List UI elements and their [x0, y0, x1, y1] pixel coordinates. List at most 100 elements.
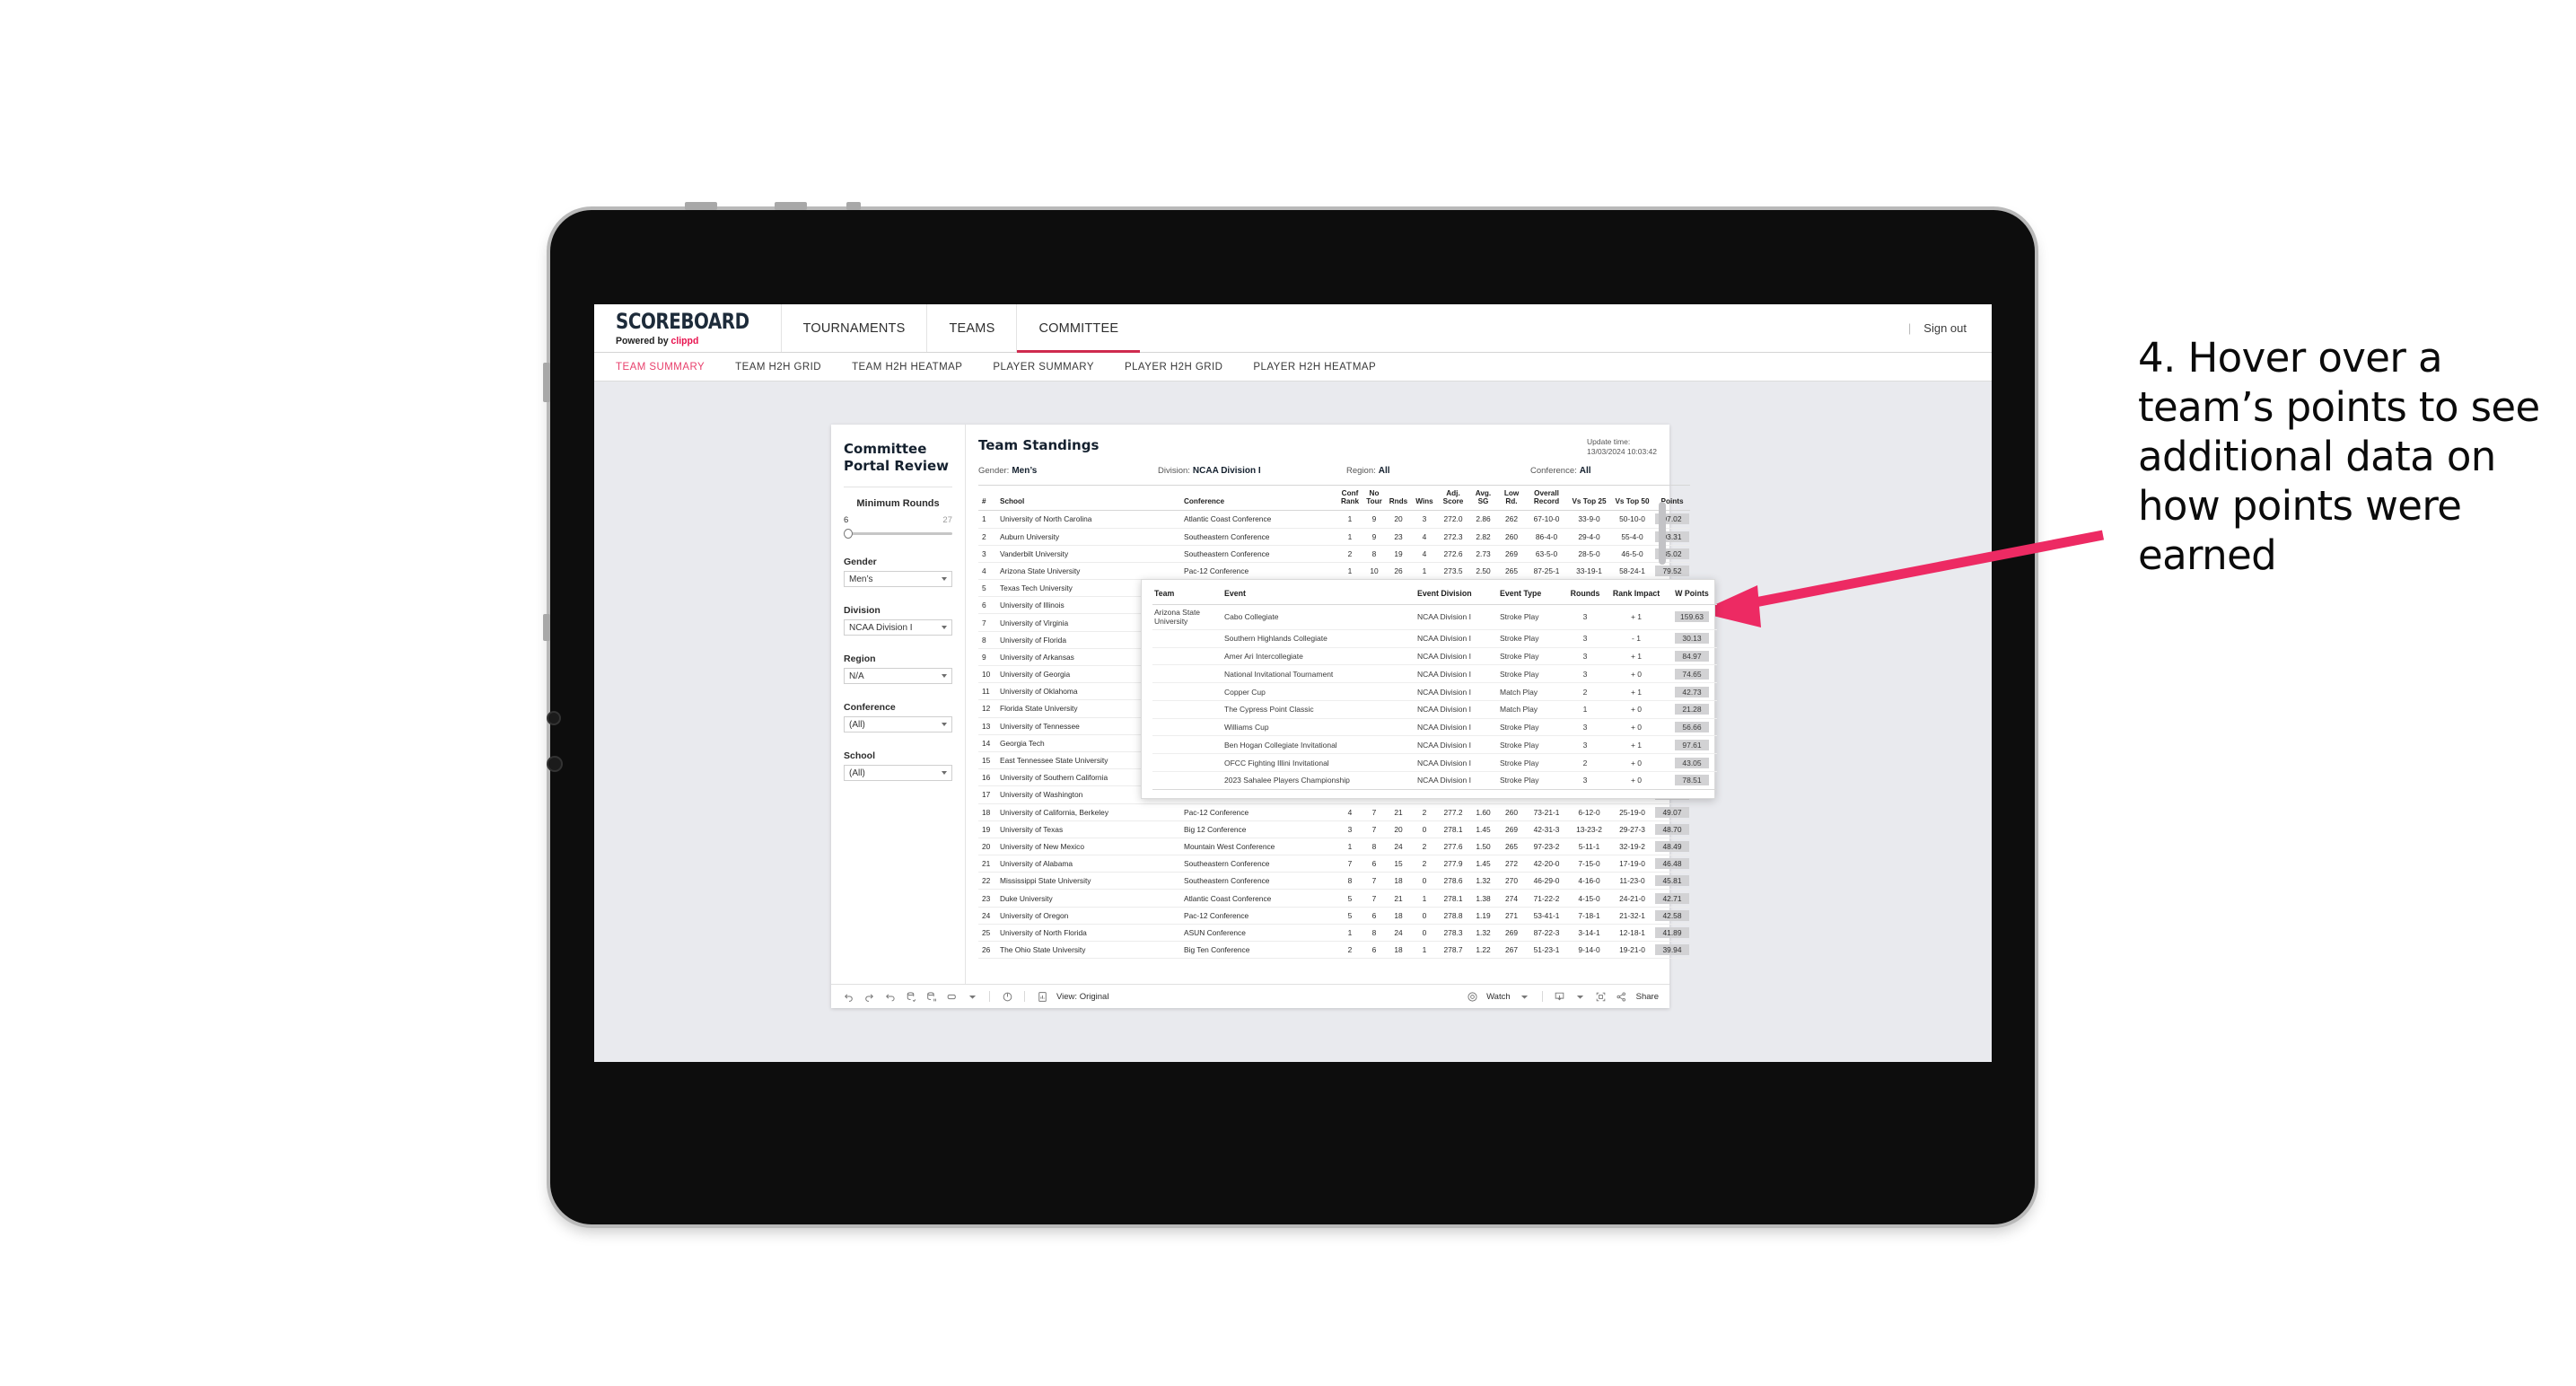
cell-overall-record: 71-22-2 — [1525, 889, 1568, 908]
col-rnds[interactable]: Rnds — [1386, 484, 1411, 512]
table-row[interactable]: 18 University of California, Berkeley Pac-… — [978, 803, 1690, 821]
tt-cell-event-type: Stroke Play — [1498, 604, 1564, 630]
dashboard-canvas: Committee Portal Review Minimum Rounds 6… — [594, 382, 1992, 1062]
col-overall-rec[interactable]: Overall Record — [1525, 484, 1568, 512]
points-value: 79.52 — [1655, 565, 1689, 576]
cell-school: Arizona State University — [996, 562, 1180, 581]
pause-data-icon[interactable] — [924, 990, 937, 1003]
table-row[interactable]: 20 University of New Mexico Mountain West … — [978, 838, 1690, 856]
col-low-rd[interactable]: Low Rd. — [1498, 484, 1525, 512]
region-select[interactable]: N/A — [844, 668, 952, 685]
redo-icon[interactable] — [863, 990, 875, 1003]
tt-cell-team — [1152, 647, 1222, 666]
col-rank[interactable]: # — [978, 484, 996, 512]
share-icon[interactable] — [1616, 990, 1628, 1003]
table-row[interactable]: 26 The Ohio State University Big Ten Confe… — [978, 941, 1690, 960]
tt-cell-w-points: 56.66 — [1667, 718, 1717, 737]
cell-points[interactable]: 39.94 — [1654, 941, 1690, 960]
col-no-tour[interactable]: No Tour — [1362, 484, 1386, 512]
reset-icon[interactable] — [1001, 990, 1013, 1003]
tt-cell-event: Copper Cup — [1222, 682, 1415, 701]
cell-points[interactable]: 46.48 — [1654, 855, 1690, 873]
tab-player-h2h-heatmap[interactable]: PLAYER H2H HEATMAP — [1253, 362, 1376, 373]
nav-item-committee[interactable]: COMMITTEE — [1016, 304, 1141, 353]
col-wins[interactable]: Wins — [1411, 484, 1438, 512]
cell-points[interactable]: 42.71 — [1654, 889, 1690, 908]
division-select[interactable]: NCAA Division I — [844, 619, 952, 636]
download-icon[interactable] — [1554, 990, 1566, 1003]
download-caret-icon[interactable] — [1574, 990, 1587, 1003]
share-label[interactable]: Share — [1636, 992, 1659, 1002]
tab-player-summary[interactable]: PLAYER SUMMARY — [993, 362, 1094, 373]
tab-team-h2h-heatmap[interactable]: TEAM H2H HEATMAP — [852, 362, 962, 373]
tt-w-points-value: 21.28 — [1675, 704, 1709, 715]
cell-points[interactable]: 41.89 — [1654, 924, 1690, 943]
conference-select[interactable]: (All) — [844, 716, 952, 733]
sidebar-title: Committee Portal Review — [844, 441, 950, 475]
table-row[interactable]: 23 Duke University Atlantic Coast Conferen… — [978, 889, 1690, 908]
cell-points[interactable]: 79.52 — [1654, 562, 1690, 581]
cell-vs-top-50: 58-24-1 — [1610, 562, 1654, 581]
cell-points[interactable]: 48.70 — [1654, 820, 1690, 838]
table-row[interactable]: 3 Vanderbilt University Southeastern Confe… — [978, 545, 1690, 563]
col-conf-rank[interactable]: Conf Rank — [1337, 484, 1362, 512]
watch-label[interactable]: Watch — [1486, 992, 1511, 1002]
cell-points[interactable]: 42.58 — [1654, 907, 1690, 925]
brand-powered-prefix: Powered by — [616, 335, 671, 346]
revert-icon[interactable] — [883, 990, 896, 1003]
update-time-label: Update time: — [1587, 437, 1631, 446]
table-row[interactable]: 4 Arizona State University Pac-12 Conferen… — [978, 562, 1690, 581]
gender-select[interactable]: Men’s — [844, 571, 952, 588]
cell-points[interactable]: 49.07 — [1654, 803, 1690, 821]
table-row[interactable]: 24 University of Oregon Pac-12 Conference 5… — [978, 907, 1690, 925]
dropdown-caret-icon[interactable] — [966, 990, 978, 1003]
tab-player-h2h-grid[interactable]: PLAYER H2H GRID — [1125, 362, 1222, 373]
undo-icon[interactable] — [842, 990, 854, 1003]
col-adj-score[interactable]: Adj. Score — [1438, 484, 1468, 512]
table-row[interactable]: 22 Mississippi State University Southeaste… — [978, 872, 1690, 890]
tab-team-h2h-grid[interactable]: TEAM H2H GRID — [735, 362, 821, 373]
view-icon[interactable] — [1036, 990, 1048, 1003]
nav-item-tournaments[interactable]: TOURNAMENTS — [780, 304, 927, 352]
cell-points[interactable]: 45.81 — [1654, 872, 1690, 890]
refresh-data-icon[interactable] — [904, 990, 916, 1003]
watch-caret-icon[interactable] — [1519, 990, 1531, 1003]
tt-cell-event-division: NCAA Division I — [1415, 664, 1498, 684]
brand-logo[interactable]: SCOREBOARD Powered by clippd — [594, 304, 781, 352]
tooltip-table-body: Arizona State University Cabo Collegiate N… — [1152, 604, 1717, 790]
cell-conf-rank: 1 — [1337, 528, 1362, 546]
table-row[interactable]: 1 University of North Carolina Atlantic Co… — [978, 510, 1690, 529]
sign-out-link[interactable]: Sign out — [1923, 321, 1967, 335]
table-row[interactable]: 21 University of Alabama Southeastern Conf… — [978, 855, 1690, 873]
col-vs-top-50[interactable]: Vs Top 50 — [1610, 484, 1654, 512]
nav-item-teams[interactable]: TEAMS — [926, 304, 1016, 352]
view-original-label[interactable]: View: Original — [1056, 992, 1108, 1002]
filter-summary-conference-label: Conference: — [1530, 465, 1577, 476]
col-vs-top-25[interactable]: Vs Top 25 — [1568, 484, 1610, 512]
cell-points[interactable]: 48.49 — [1654, 838, 1690, 856]
cell-school: University of New Mexico — [996, 838, 1180, 856]
tt-cell-rounds: 1 — [1564, 700, 1606, 719]
table-scrollbar[interactable] — [1659, 502, 1666, 565]
minimum-rounds-slider[interactable] — [844, 528, 952, 539]
col-school[interactable]: School — [996, 484, 1180, 512]
tooltip-row: OFCC Fighting Illini Invitational NCAA Di… — [1152, 753, 1717, 773]
cell-rank: 12 — [978, 699, 996, 718]
col-conference[interactable]: Conference — [1180, 484, 1337, 512]
fullscreen-icon[interactable] — [1595, 990, 1608, 1003]
table-row[interactable]: 2 Auburn University Southeastern Conferenc… — [978, 528, 1690, 546]
tt-cell-event-division: NCAA Division I — [1415, 771, 1498, 790]
table-row[interactable]: 25 University of North Florida ASUN Confer… — [978, 924, 1690, 943]
watch-icon[interactable] — [1466, 990, 1478, 1003]
school-select[interactable]: (All) — [844, 765, 952, 782]
col-avg-sg[interactable]: Avg. SG — [1468, 484, 1498, 512]
tab-team-summary[interactable]: TEAM SUMMARY — [616, 362, 705, 373]
tt-col-rank-impact: Rank Impact — [1606, 589, 1667, 605]
highlight-icon[interactable] — [945, 990, 958, 1003]
table-row[interactable]: 19 University of Texas Big 12 Conference 3 7… — [978, 820, 1690, 838]
filter-summary-division-value: NCAA Division I — [1192, 465, 1261, 476]
cell-rank: 6 — [978, 596, 996, 615]
slider-handle[interactable] — [844, 529, 853, 539]
tooltip-row: Copper Cup NCAA Division I Match Play 2 + 1 4… — [1152, 682, 1717, 701]
cell-rank: 24 — [978, 907, 996, 925]
